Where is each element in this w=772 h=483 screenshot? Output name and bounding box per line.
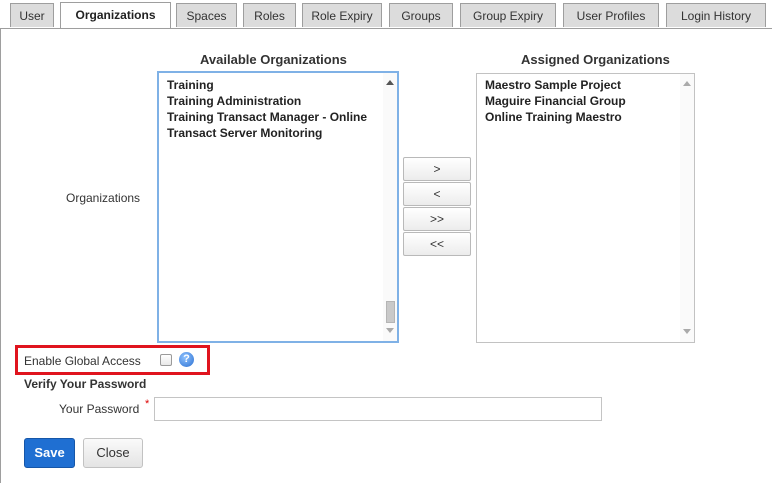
remove-selected-button[interactable]: < [403, 182, 471, 206]
add-all-button[interactable]: >> [403, 207, 471, 231]
tab-group-expiry[interactable]: Group Expiry [460, 3, 556, 27]
enable-global-access-checkbox[interactable] [160, 354, 172, 366]
required-asterisk: * [145, 398, 150, 410]
available-scrollbar[interactable] [383, 73, 397, 341]
enable-global-access-label: Enable Global Access [24, 354, 141, 368]
verify-password-heading: Verify Your Password [24, 377, 147, 391]
list-item[interactable]: Transact Server Monitoring [167, 126, 322, 140]
available-organizations-list[interactable]: Training Training Administration Trainin… [157, 71, 399, 343]
assigned-organizations-heading: Assigned Organizations [521, 52, 670, 67]
scroll-down-icon[interactable] [386, 328, 394, 333]
close-button[interactable]: Close [83, 438, 143, 468]
scroll-up-icon[interactable] [386, 80, 394, 85]
scroll-thumb[interactable] [386, 301, 395, 323]
tab-spaces[interactable]: Spaces [176, 3, 237, 27]
help-icon[interactable]: ? [179, 352, 194, 367]
tab-bar: User Organizations Spaces Roles Role Exp… [0, 0, 772, 29]
available-organizations-heading: Available Organizations [200, 52, 347, 67]
list-item[interactable]: Training Transact Manager - Online [167, 110, 367, 124]
password-label: Your Password [59, 402, 140, 416]
tab-organizations[interactable]: Organizations [60, 2, 171, 28]
remove-all-button[interactable]: << [403, 232, 471, 256]
tab-role-expiry[interactable]: Role Expiry [302, 3, 382, 27]
list-item[interactable]: Maguire Financial Group [485, 94, 626, 108]
scroll-up-icon[interactable] [683, 81, 691, 86]
add-selected-button[interactable]: > [403, 157, 471, 181]
tab-user[interactable]: User [10, 3, 54, 27]
tab-roles[interactable]: Roles [243, 3, 296, 27]
organizations-label: Organizations [66, 191, 141, 205]
scroll-down-icon[interactable] [683, 329, 691, 334]
save-button[interactable]: Save [24, 438, 75, 468]
tab-user-profiles[interactable]: User Profiles [563, 3, 659, 27]
list-item[interactable]: Training Administration [167, 94, 301, 108]
tab-login-history[interactable]: Login History [666, 3, 766, 27]
assigned-organizations-list[interactable]: Maestro Sample Project Maguire Financial… [476, 73, 695, 343]
list-item[interactable]: Online Training Maestro [485, 110, 622, 124]
list-item[interactable]: Training [167, 78, 214, 92]
panel-border [0, 28, 1, 483]
password-field[interactable] [154, 397, 602, 421]
tab-groups[interactable]: Groups [389, 3, 453, 27]
list-item[interactable]: Maestro Sample Project [485, 78, 621, 92]
assigned-scrollbar[interactable] [680, 74, 694, 342]
